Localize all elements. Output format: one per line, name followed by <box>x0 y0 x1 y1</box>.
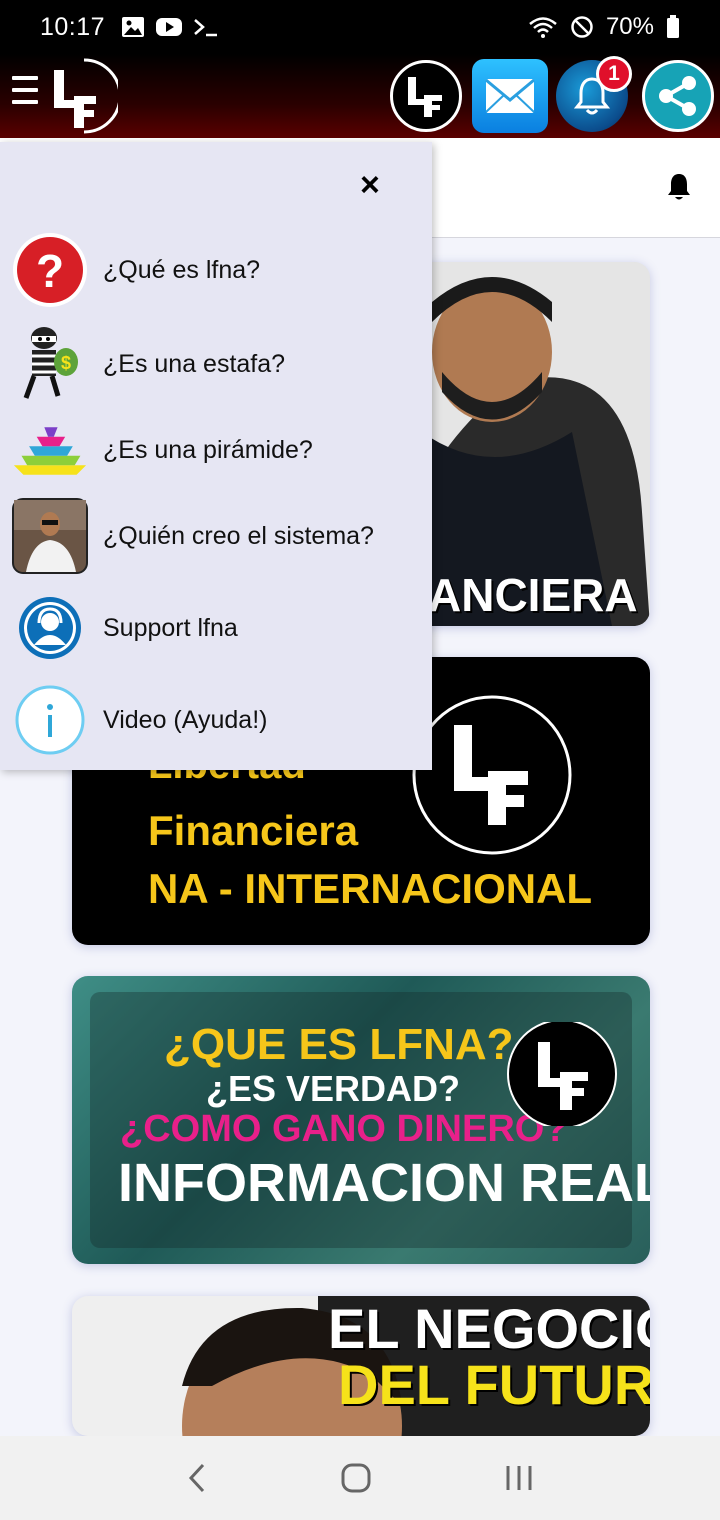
mail-icon <box>485 78 535 113</box>
card4-line2: DEL FUTURO <box>338 1353 650 1416</box>
menu-item-label: ¿Qué es lfna? <box>103 255 261 284</box>
terminal-icon <box>194 19 218 37</box>
card2-line3: NA - INTERNACIONAL <box>148 865 593 912</box>
recents-icon[interactable] <box>503 1462 535 1494</box>
menu-item-label: Support lfna <box>103 613 238 642</box>
battery-icon <box>667 15 679 38</box>
card3-line1: ¿QUE ES LFNA? <box>164 1020 514 1069</box>
menu-item-label: Video (Ayuda!) <box>103 705 268 734</box>
menu-item-label: ¿Es una estafa? <box>103 349 286 378</box>
card2-line2: Financiera <box>148 807 359 854</box>
side-drawer: × ? ¿Qué es lfna? $ ¿Es una estafa? ¿Es … <box>0 142 432 770</box>
founder-avatar <box>12 498 88 574</box>
menu-item-label: ¿Quién creo el sistema? <box>103 521 374 550</box>
card3-line3: ¿COMO GANO DINERO? <box>120 1108 568 1150</box>
menu-item-video[interactable]: Video (Ayuda!) <box>0 678 432 762</box>
menu-item-label: ¿Es una pirámide? <box>103 435 313 464</box>
do-not-disturb-icon <box>571 16 593 38</box>
video-card-4[interactable]: EL NEGOCIO DEL FUTURO <box>72 1296 650 1436</box>
menu-item-quien-creo[interactable]: ¿Quién creo el sistema? <box>0 494 432 578</box>
system-nav-bar <box>0 1436 720 1520</box>
home-icon[interactable] <box>340 1462 372 1494</box>
menu-item-estafa[interactable]: $ ¿Es una estafa? <box>0 322 432 406</box>
notification-badge: 1 <box>596 56 632 92</box>
card1-title: ANCIERA <box>428 569 638 621</box>
svg-text:?: ? <box>36 245 64 297</box>
pyramid-icon <box>12 412 88 488</box>
status-time: 10:17 <box>40 12 106 41</box>
mail-button[interactable] <box>472 59 548 133</box>
video-card-3[interactable]: ¿QUE ES LFNA? ¿ES VERDAD? ¿COMO GANO DIN… <box>72 976 650 1264</box>
battery-percent: 70% <box>605 13 654 40</box>
gallery-icon <box>122 17 145 37</box>
back-icon[interactable] <box>185 1462 209 1494</box>
svg-text:$: $ <box>61 353 71 373</box>
menu-item-piramide[interactable]: ¿Es una pirámide? <box>0 408 432 492</box>
lf-logo-icon[interactable] <box>44 56 118 136</box>
info-icon <box>12 682 88 758</box>
lf-logo-icon <box>507 1022 617 1126</box>
bell-icon[interactable] <box>666 172 692 202</box>
wifi-icon <box>529 17 557 38</box>
share-icon <box>659 76 696 116</box>
question-icon: ? <box>12 232 88 308</box>
card3-line2: ¿ES VERDAD? <box>206 1068 461 1109</box>
status-bar: 10:17 70% <box>0 0 720 54</box>
menu-icon[interactable] <box>12 76 38 112</box>
thief-icon: $ <box>12 326 88 402</box>
card3-line4: INFORMACION REAL <box>118 1153 650 1213</box>
lf-logo-button[interactable] <box>390 60 462 132</box>
menu-item-support[interactable]: Support lfna <box>0 586 432 670</box>
youtube-icon <box>156 18 183 36</box>
close-icon[interactable]: × <box>360 168 380 202</box>
share-button[interactable] <box>642 60 714 132</box>
menu-item-que-es[interactable]: ? ¿Qué es lfna? <box>0 228 432 312</box>
support-agent-icon <box>12 590 88 666</box>
